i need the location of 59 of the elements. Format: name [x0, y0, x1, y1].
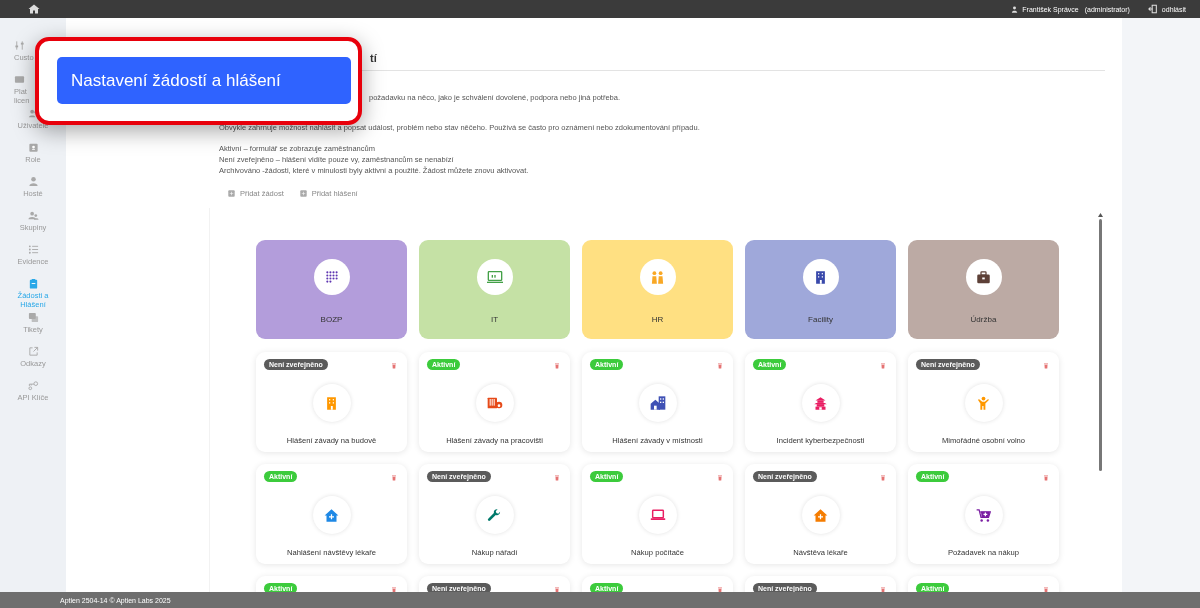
building-icon	[813, 269, 828, 285]
wrench-icon	[487, 507, 502, 523]
user-icon	[1011, 5, 1019, 13]
house-plus-icon	[813, 507, 828, 523]
sliders-icon	[14, 40, 25, 51]
cart-icon	[976, 507, 991, 523]
trash-icon	[554, 363, 560, 369]
category-label: IT	[490, 315, 499, 324]
page-title: tí	[370, 52, 377, 64]
group-icon	[27, 210, 39, 221]
scroll-up-arrow-icon	[1097, 213, 1103, 217]
home-icon	[28, 3, 40, 15]
plus-square-icon	[299, 190, 307, 197]
briefcase-icon	[976, 269, 991, 285]
trash-icon	[391, 475, 397, 481]
trash-icon	[717, 475, 723, 481]
trash-icon	[880, 475, 886, 481]
category-tile[interactable]: IT	[419, 240, 570, 339]
laptop-icon	[649, 507, 666, 523]
category-tile[interactable]: Údržba	[908, 240, 1059, 339]
trash-icon	[717, 363, 723, 369]
external-link-icon	[27, 346, 39, 357]
category-tile[interactable]: BOZP	[256, 240, 407, 339]
house-plus-icon	[324, 507, 339, 523]
category-label: Facility	[808, 315, 833, 324]
clipboard-icon	[27, 278, 39, 289]
trash-icon	[391, 363, 397, 369]
trash-icon	[717, 587, 723, 592]
scrollbar-thumb[interactable]	[1098, 219, 1102, 471]
list-icon	[27, 244, 39, 255]
card-icon	[14, 74, 25, 85]
building-icon	[324, 395, 339, 411]
id-badge-icon	[27, 142, 39, 153]
pagoda-icon	[813, 395, 828, 411]
trash-icon	[554, 475, 560, 481]
chat-icon	[27, 312, 39, 323]
category-label: HR	[651, 315, 664, 324]
trash-icon	[391, 587, 397, 592]
trash-icon	[554, 587, 560, 592]
dot-grid-icon	[324, 270, 339, 284]
house-and-building-icon	[649, 395, 666, 411]
category-tile[interactable]: HR	[582, 240, 733, 339]
person-icon	[27, 176, 39, 187]
plus-square-icon	[228, 190, 235, 197]
monitor-icon	[486, 269, 503, 285]
trash-icon	[1043, 587, 1049, 592]
person-arms-up-icon	[976, 395, 991, 411]
people-icon	[650, 269, 665, 285]
category-label: BOZP	[320, 315, 343, 324]
heater-fire-icon	[486, 395, 503, 411]
category-tile[interactable]: Facility	[745, 240, 896, 339]
key-icon	[27, 380, 39, 391]
logout-icon	[1147, 4, 1158, 14]
category-label: Údržba	[970, 315, 997, 324]
callout-banner: Nastavení žádostí a hlášení	[57, 57, 351, 104]
trash-icon	[880, 587, 886, 592]
trash-icon	[880, 363, 886, 369]
trash-icon	[1043, 475, 1049, 481]
trash-icon	[1043, 363, 1049, 369]
